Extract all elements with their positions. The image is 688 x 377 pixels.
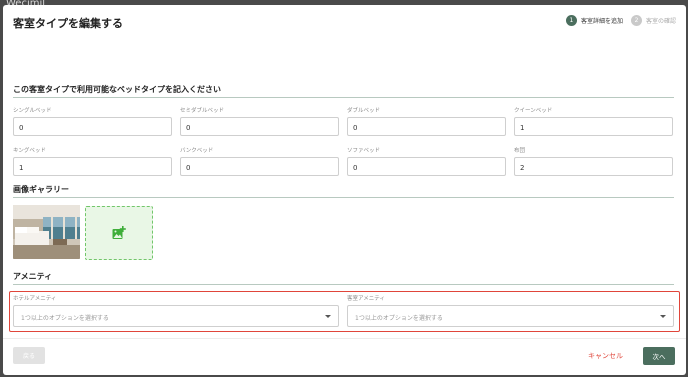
gallery-image-hotel-room[interactable] <box>13 205 80 259</box>
step-2-number: 2 <box>630 15 642 26</box>
hotel-amenities-select[interactable]: 1つ以上のオプションを選択する <box>13 305 339 327</box>
chevron-down-icon <box>660 315 666 318</box>
single-bed-label: シングルベッド <box>13 108 52 114</box>
king-bed-label: キングベッド <box>13 148 46 154</box>
room-amenities-label: 客室アメニティ <box>347 296 385 302</box>
stepper: 1 客室詳細を追加 2 客室の確認 <box>558 15 676 26</box>
add-image-icon <box>112 226 126 239</box>
double-bed-input[interactable]: 0 <box>347 117 506 136</box>
section-divider <box>13 97 674 98</box>
chevron-down-icon <box>325 315 331 318</box>
modal-title: 客室タイプを編集する <box>13 17 123 30</box>
queen-bed-label: クイーンベッド <box>514 108 553 114</box>
bunk-bed-label: バンクベッド <box>180 148 214 154</box>
room-amenities-select[interactable]: 1つ以上のオプションを選択する <box>347 305 674 327</box>
back-button[interactable]: 戻る <box>13 347 45 364</box>
step-1-label: 客室詳細を追加 <box>580 18 623 25</box>
semi-double-bed-label: セミダブルベッド <box>180 108 225 114</box>
sofa-bed-input[interactable]: 0 <box>347 157 506 176</box>
bunk-bed-input[interactable]: 0 <box>180 157 339 176</box>
step-1: 1 客室詳細を追加 <box>565 15 623 26</box>
section-divider <box>13 197 674 198</box>
room-amenities-placeholder: 1つ以上のオプションを選択する <box>355 315 443 322</box>
add-image-button[interactable] <box>85 206 153 260</box>
hotel-amenities-label: ホテルアメニティ <box>13 296 57 302</box>
step-2-label: 客室の確認 <box>645 18 676 25</box>
single-bed-input[interactable]: 0 <box>13 117 172 136</box>
queen-bed-input[interactable]: 1 <box>514 117 673 136</box>
double-bed-label: ダブルベッド <box>347 108 381 114</box>
sofa-bed-label: ソファベッド <box>347 148 381 154</box>
king-bed-input[interactable]: 1 <box>13 157 172 176</box>
futon-input[interactable]: 2 <box>514 157 673 176</box>
step-1-number: 1 <box>565 15 577 26</box>
futon-label: 布団 <box>514 148 526 154</box>
amenities-section-title: アメニティ <box>13 272 53 281</box>
edit-room-type-modal: 客室タイプを編集する 1 客室詳細を追加 2 客室の確認 この客室タイプで利用可… <box>3 5 686 375</box>
bed-types-section-title: この客室タイプで利用可能なベッドタイプを記入ください <box>13 85 221 94</box>
hotel-amenities-placeholder: 1つ以上のオプションを選択する <box>21 315 109 322</box>
modal-header: 客室タイプを編集する 1 客室詳細を追加 2 客室の確認 <box>3 5 686 38</box>
cancel-button[interactable]: キャンセル <box>588 351 623 361</box>
step-2: 2 客室の確認 <box>630 15 676 26</box>
semi-double-bed-input[interactable]: 0 <box>180 117 339 136</box>
section-divider <box>13 284 674 285</box>
footer-divider <box>3 338 686 339</box>
gallery-section-title: 画像ギャラリー <box>13 185 69 194</box>
next-button[interactable]: 次へ <box>643 347 675 365</box>
